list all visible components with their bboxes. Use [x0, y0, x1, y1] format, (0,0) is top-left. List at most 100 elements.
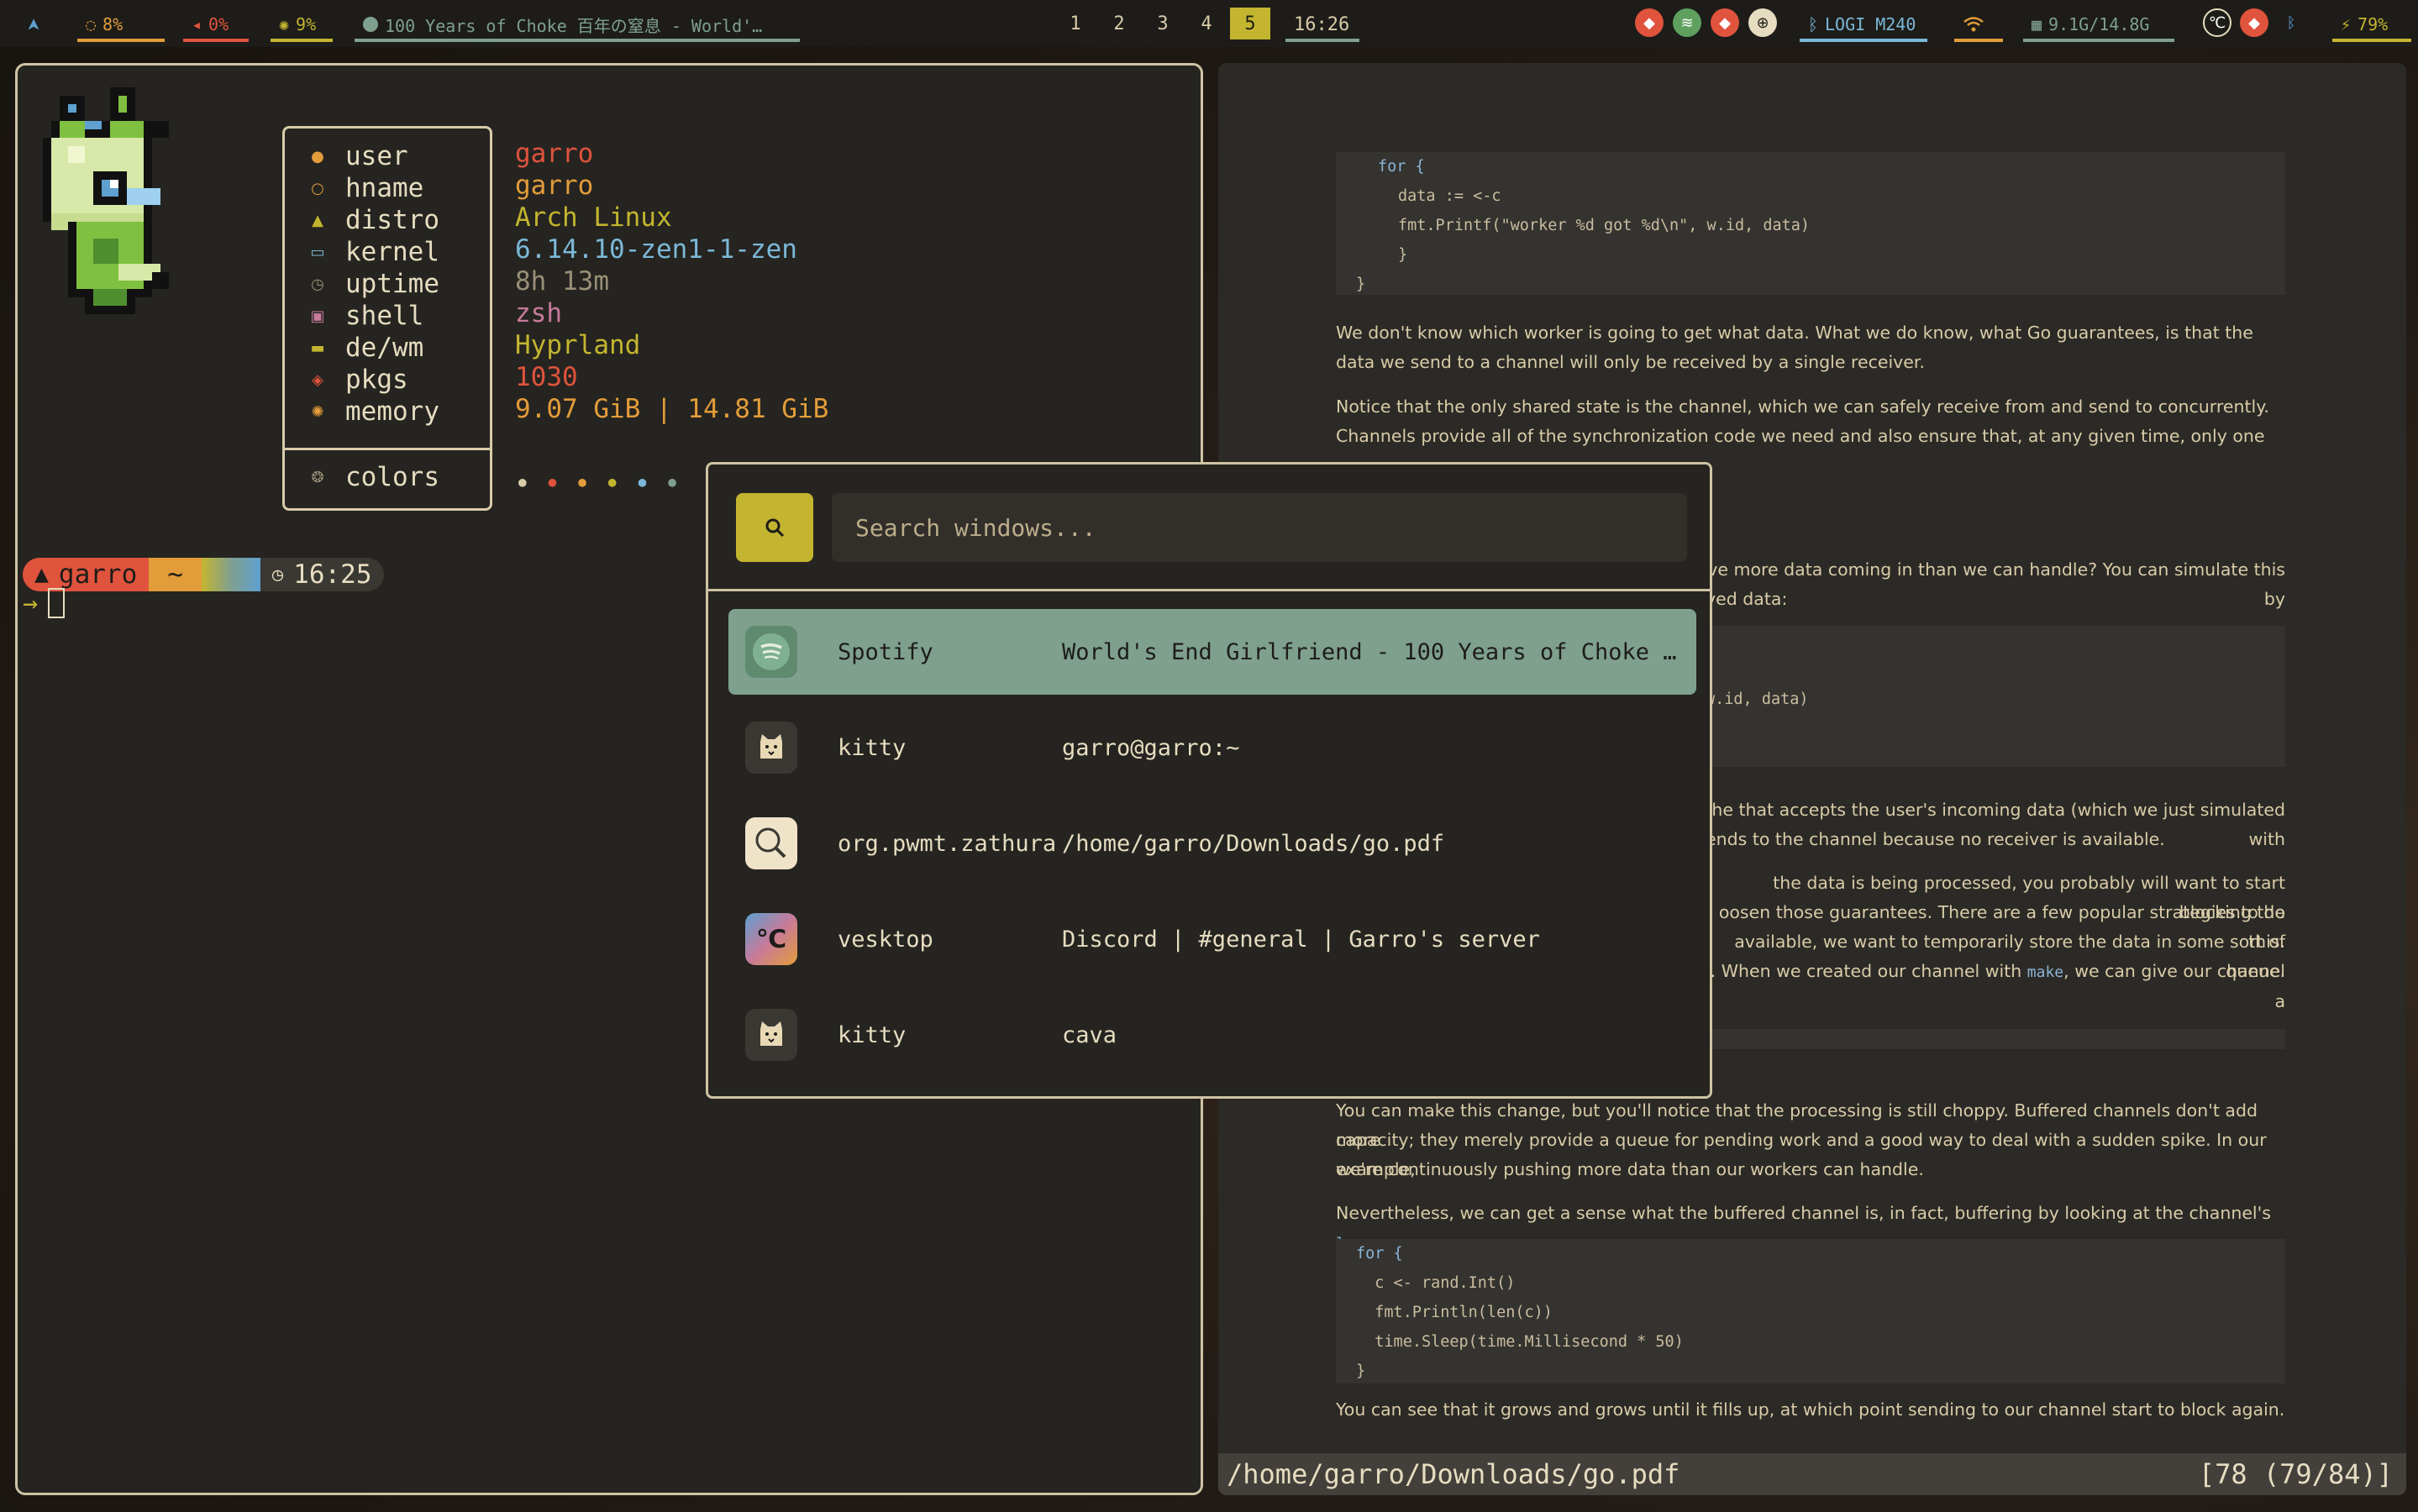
prompt-bar: ▲ garro ~ ◷ 16:25 [23, 558, 384, 591]
search-input[interactable] [832, 493, 1687, 562]
pixel-art-logo [43, 87, 169, 314]
bulb-icon: ◌ [86, 14, 97, 34]
status-page: [78 (79/84)] [2198, 1458, 2393, 1490]
value-user: garro [515, 139, 594, 169]
window-row-vesktop[interactable]: ℃ vesktop Discord | #general | Garro's s… [728, 896, 1696, 982]
info-distro: ▲ distro [308, 204, 439, 236]
bluetooth-module[interactable]: ᛒ LOGI M240 [1800, 7, 1927, 42]
window-title: garro@garro:~ [1062, 734, 1240, 761]
code-block-2: w.id, data) ) [1706, 626, 2285, 767]
inline-code: make [2026, 963, 2064, 981]
brave-icon[interactable]: ◆ [1711, 8, 1739, 37]
value-distro: Arch Linux [515, 202, 672, 233]
window-row-kitty-cava[interactable]: kitty cava [728, 992, 1696, 1078]
divider [285, 448, 490, 450]
prompt-dir: ~ [149, 558, 202, 591]
kitty-icon [745, 1009, 797, 1061]
prompt-line[interactable]: → [23, 588, 66, 618]
value-pkgs: 1030 [515, 362, 578, 392]
window-switcher: Spotify World's End Girlfriend - 100 Yea… [706, 462, 1712, 1099]
code-line: } [1356, 276, 1366, 293]
bluetooth-tray-icon[interactable]: ᛒ [2277, 8, 2305, 37]
workspace-2[interactable]: 2 [1099, 8, 1139, 39]
vesktop-icon: ℃ [745, 913, 797, 965]
window-row-zathura[interactable]: org.pwmt.zathura /home/garro/Downloads/g… [728, 801, 1696, 886]
wifi-module[interactable] [1954, 7, 2003, 42]
fetch-info-box: ● user ○ hname ▲ distro ▭ kernel ◷ uptime ▣ sh… [282, 126, 492, 511]
code-line: } [1398, 246, 1408, 264]
spotify-icon [745, 626, 797, 678]
code-block-hidden [1706, 1029, 2285, 1049]
paragraph-fragment: yed data: [1706, 589, 1788, 609]
spotify-tray-icon[interactable]: ≋ [1673, 8, 1701, 37]
bluetooth-icon: ᛒ [1808, 14, 1818, 34]
code-line: for { [1356, 1245, 1403, 1263]
cpu-icon: ✺ [279, 14, 290, 34]
spotify-icon [363, 17, 378, 32]
app-name: vesktop [838, 926, 933, 953]
code-line: fmt.Println(len(c)) [1356, 1304, 1553, 1321]
brightness-module[interactable]: ◌ 8% [77, 7, 165, 42]
kitty-icon [745, 722, 797, 774]
memory-module[interactable]: ▦ 9.1G/14.8G [2023, 7, 2174, 42]
info-hname: ○ hname [308, 172, 423, 204]
workspace-5[interactable]: 5 [1230, 8, 1270, 39]
paragraph: we're continuously pushing more data tha… [1336, 1159, 1924, 1179]
info-colors: ❂ colors [308, 461, 439, 493]
window-title: /home/garro/Downloads/go.pdf [1062, 830, 1445, 857]
workspace-4[interactable]: 4 [1186, 8, 1227, 39]
battery-module[interactable]: ⚡ 79% [2332, 7, 2411, 42]
window-title: Discord | #general | Garro's server [1062, 926, 1540, 953]
brave-icon[interactable]: ◆ [2240, 8, 2268, 37]
app-name: kitty [838, 734, 907, 761]
prompt-arrow: → [23, 588, 39, 618]
brave-icon[interactable]: ◆ [1635, 8, 1664, 37]
user-icon: ● [311, 147, 324, 165]
laptop-icon: ▭ [310, 243, 325, 261]
cpu-module[interactable]: ✺ 9% [271, 7, 333, 42]
prompt-user: ▲ garro [23, 558, 150, 591]
terminal-cursor [48, 588, 66, 618]
wifi-icon [1963, 17, 1984, 32]
memory-icon: ✺ [311, 402, 324, 421]
paragraph-fragment: ends to the channel because no receiver … [1706, 829, 2165, 849]
value-dewm: Hyprland [515, 330, 641, 360]
network-tray-icon[interactable]: ⊕ [1748, 8, 1777, 37]
code-block-3: for { c <- rand.Int() fmt.Println(len(c)… [1336, 1239, 2285, 1383]
volume-module[interactable]: ◂ 0% [183, 7, 249, 42]
window-title: cava [1062, 1021, 1117, 1048]
mute-icon: ◂ [192, 14, 202, 34]
vesktop-tray-icon[interactable]: ℃ [2203, 8, 2231, 37]
color-dots: ● ● ● ● ● ● [518, 474, 676, 490]
top-bar: ◌ 8% ◂ 0% ✺ 9% 100 Years of Choke 百年の窒息 … [0, 0, 2418, 47]
clock[interactable]: 16:26 [1285, 7, 1359, 42]
paragraph: You can see that it grows and grows unti… [1336, 1399, 2285, 1420]
info-dewm: ▬ de/wm [308, 332, 423, 364]
window-row-spotify[interactable]: Spotify World's End Girlfriend - 100 Yea… [728, 609, 1696, 695]
arch-logo[interactable] [18, 7, 49, 42]
value-hname: garro [515, 171, 594, 201]
status-path: /home/garro/Downloads/go.pdf [1227, 1458, 1680, 1490]
app-name: Spotify [838, 638, 933, 665]
code-line: for { [1378, 158, 1425, 176]
clock-icon: ◷ [271, 564, 284, 585]
app-name: kitty [838, 1021, 907, 1048]
code-line: time.Sleep(time.Millisecond * 50) [1356, 1333, 1684, 1351]
window-title: World's End Girlfriend - 100 Years of Ch… [1062, 638, 1677, 665]
code-line: data := <-c [1398, 187, 1501, 205]
arch-icon [28, 18, 39, 30]
paragraph: Notice that the only shared state is the… [1336, 396, 2269, 446]
info-shell: ▣ shell [308, 300, 423, 332]
workspace-1[interactable]: 1 [1055, 8, 1096, 39]
info-kernel: ▭ kernel [308, 236, 439, 268]
value-memory: 9.07 GiB | 14.81 GiB [515, 394, 829, 424]
palette-icon: ❂ [311, 468, 324, 486]
clock-icon: ◷ [311, 275, 324, 293]
monitor-icon: ▬ [310, 339, 325, 357]
arch-icon: ▲ [34, 564, 49, 585]
workspace-3[interactable]: 3 [1143, 8, 1183, 39]
window-row-kitty[interactable]: kitty garro@garro:~ [728, 705, 1696, 790]
media-module[interactable]: 100 Years of Choke 百年の窒息 - World'… [355, 7, 800, 42]
search-button[interactable] [736, 493, 813, 562]
value-shell: zsh [515, 298, 562, 328]
